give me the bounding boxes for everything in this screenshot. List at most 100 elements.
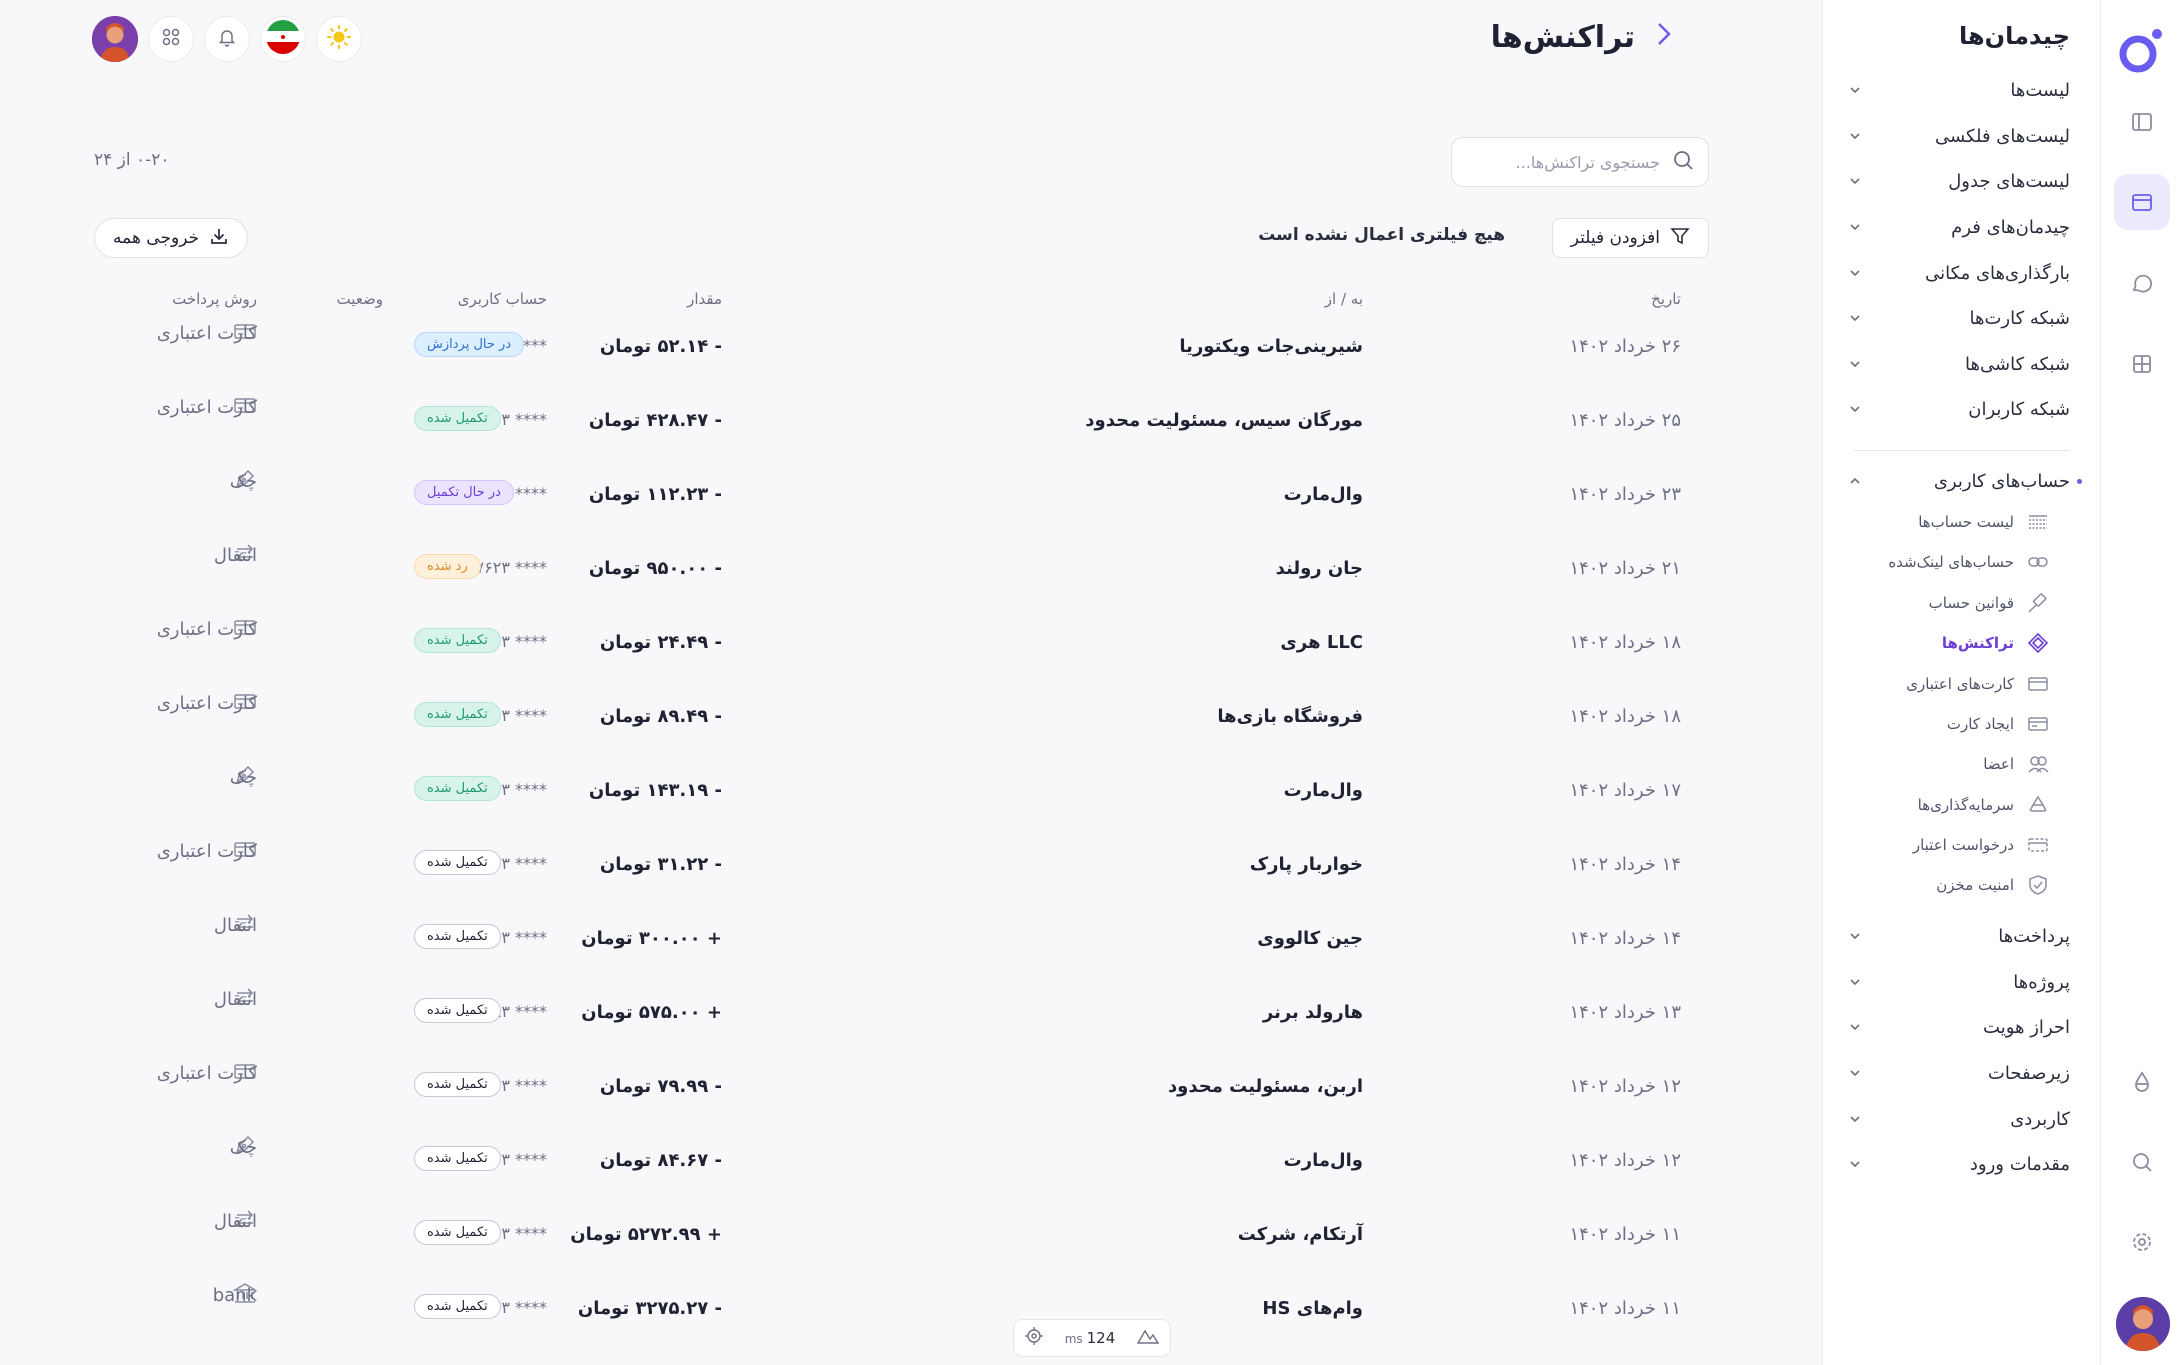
apps-button[interactable] <box>148 16 194 62</box>
crosshair-icon[interactable] <box>1024 1327 1043 1349</box>
drop-icon[interactable] <box>2114 1054 2170 1110</box>
sidebar-item-label: لیست‌های فلکسی <box>1935 125 2070 147</box>
filter-icon <box>1670 226 1690 251</box>
chevron-down-icon <box>1845 1154 1865 1174</box>
chevron-down-icon <box>1845 972 1865 992</box>
mountain-icon[interactable] <box>1136 1328 1160 1348</box>
row-amount: - ۳۱.۲۲ تومان <box>599 854 722 875</box>
row-date: ۱۲ خرداد ۱۴۰۲ <box>1569 1076 1681 1097</box>
row-method-label: انتقال <box>213 988 257 1010</box>
sidebar-item-tile-grid[interactable]: شبکه کاشی‌ها <box>1845 349 2070 379</box>
column-header-amount[interactable]: مقدار <box>687 290 722 308</box>
app-logo[interactable] <box>2114 22 2170 78</box>
apps-grid-icon <box>161 27 181 51</box>
column-header-status[interactable]: وضعیت <box>337 290 383 308</box>
add-filter-button[interactable]: افزودن فیلتر <box>1551 218 1709 258</box>
sidebar-subitem-members[interactable]: اعضا <box>1983 750 2050 778</box>
search-icon[interactable] <box>2114 1134 2170 1190</box>
sidebar-item-placeload[interactable]: بارگذاری‌های مکانی <box>1845 258 2070 288</box>
sidebar: چیدمان‌ها لیست‌ها لیست‌های فلکسی لیست‌ها… <box>1822 0 2100 1365</box>
sidebar-item-card-grid[interactable]: شبکه کارت‌ها <box>1845 303 2070 333</box>
table-row[interactable]: ۲۵ خرداد ۱۴۰۲ مورگان سیس، مسئولیت محدود - … <box>0 397 1805 470</box>
chevron-down-icon <box>1845 263 1865 283</box>
row-party: مورگان سیس، مسئولیت محدود <box>1085 410 1363 431</box>
column-header-account[interactable]: حساب کاربری <box>458 290 547 308</box>
add-filter-label: افزودن فیلتر <box>1570 228 1660 248</box>
table-row[interactable]: ۲۱ خرداد ۱۴۰۲ جان رولند - ۹۵۰.۰۰ تومان ****… <box>0 543 1805 618</box>
row-method-label: چک <box>229 470 257 492</box>
gear-icon[interactable] <box>2114 1214 2170 1270</box>
sidebar-item-utility[interactable]: کاربردی <box>1845 1104 2070 1134</box>
chevron-down-icon <box>1845 1109 1865 1129</box>
row-party: آرتکام، شرکت <box>1237 1224 1363 1245</box>
sidebar-item-lists[interactable]: لیست‌ها <box>1845 75 2070 105</box>
status-badge: تکمیل شده <box>414 998 501 1023</box>
layout-icon[interactable] <box>2114 94 2170 150</box>
sidebar-item-auth[interactable]: احراز هویت <box>1845 1012 2070 1042</box>
table-row[interactable]: ۲۳ خرداد ۱۴۰۲ وال‌مارت - ۱۱۲.۲۳ تومان **** … <box>0 469 1805 544</box>
table-row[interactable]: ۱۳ خرداد ۱۴۰۲ هارولد برنر + ۵۷۵.۰۰ تومان **… <box>0 987 1805 1062</box>
collapse-sidebar-button[interactable] <box>1653 20 1675 55</box>
iran-flag-icon <box>266 20 300 58</box>
sidebar-item-onboarding[interactable]: مقدمات ورود <box>1845 1149 2070 1179</box>
row-amount: - ۸۹.۴۹ تومان <box>599 706 722 727</box>
status-badge: تکمیل شده <box>414 924 501 949</box>
language-button[interactable] <box>260 16 306 62</box>
sidebar-item-label: زیرصفحات <box>1987 1062 2070 1084</box>
search-icon <box>1672 149 1694 175</box>
sidebar-subitem-credit-request[interactable]: درخواست اعتبار <box>1913 831 2050 859</box>
table-row[interactable]: ۱۲ خرداد ۱۴۰۲وال‌مارت- ۸۴.۶۷ تومان**** ۷… <box>0 1135 1805 1210</box>
column-header-method[interactable]: روش پرداخت <box>172 290 257 308</box>
sidebar-subitem-vault-security[interactable]: امنیت مخزن <box>1936 871 2050 899</box>
table-row[interactable]: ۱۱ خرداد ۱۴۰۲ وام‌های HS - ۳۲۷۵.۲۷ تومان **… <box>0 1282 1805 1358</box>
status-badge: در حال پردازش <box>414 332 525 357</box>
grid-icon[interactable] <box>2114 336 2170 392</box>
export-all-button[interactable]: خروجی همه <box>94 218 249 258</box>
chevron-up-icon <box>1845 471 1865 491</box>
table-row[interactable]: ۱۴ خرداد ۱۴۰۲ جین کالووی + ۳۰۰.۰۰ تومان ***… <box>0 913 1805 988</box>
table-row[interactable]: ۱۴ خرداد ۱۴۰۲ خواربار پارک - ۳۱.۲۲ تومان **… <box>0 841 1805 914</box>
table-row[interactable]: ۲۶ خرداد ۱۴۰۲ شیرینی‌جات ویکتوریا - ۵۲.۱۴ … <box>0 323 1805 396</box>
sidebar-item-form-layouts[interactable]: چیدمان‌های فرم <box>1845 212 2070 242</box>
sidebar-subitem-account-rules[interactable]: قوانین حساب <box>1929 589 2050 617</box>
sidebar-subitem-account-list[interactable]: لیست حساب‌ها <box>1918 508 2050 536</box>
table-row[interactable]: ۱۸ خرداد ۱۴۰۲ فروشگاه بازی‌ها - ۸۹.۴۹ توما… <box>0 693 1805 766</box>
sidebar-item-flex-lists[interactable]: لیست‌های فلکسی <box>1845 121 2070 151</box>
table-row[interactable]: ۱۸ خرداد ۱۴۰۲LLC هری- ۲۴.۴۹ تومان**** ۷۶… <box>0 619 1805 692</box>
row-date: ۱۷ خرداد ۱۴۰۲ <box>1569 780 1681 801</box>
sidebar-subitem-credit-cards[interactable]: کارت‌های اعتباری <box>1906 670 2050 698</box>
table-row[interactable]: ۱۲ خرداد ۱۴۰۲ اربن، مسئولیت محدود - ۷۹.۹۹ … <box>0 1063 1805 1136</box>
row-date: ۱۴ خرداد ۱۴۰۲ <box>1569 854 1681 875</box>
column-header-party[interactable]: به / از <box>1325 290 1363 308</box>
sidebar-item-projects[interactable]: پروژه‌ها <box>1845 967 2070 997</box>
user-avatar[interactable] <box>92 16 138 62</box>
theme-toggle-button[interactable] <box>316 16 362 62</box>
chat-icon[interactable] <box>2114 256 2170 312</box>
sidebar-subitem-linked-accounts[interactable]: حساب‌های لینک‌شده <box>1888 548 2050 576</box>
table-row[interactable]: ۱۱ خرداد ۱۴۰۲ آرتکام، شرکت + ۵۲۷۲.۹۹ تومان… <box>0 1209 1805 1284</box>
pagination-count: ۰-۲۰ از ۲۴ <box>94 150 170 170</box>
sidebar-subitem-transactions[interactable]: تراکنش‌ها <box>1942 629 2050 657</box>
calendar-icon[interactable] <box>2114 174 2170 230</box>
row-amount: - ۷۹.۹۹ تومان <box>599 1076 722 1097</box>
column-header-date[interactable]: تاریخ <box>1651 290 1681 308</box>
row-amount: - ۲۴.۴۹ تومان <box>599 632 722 653</box>
sidebar-item-payments[interactable]: پرداخت‌ها <box>1845 921 2070 951</box>
sidebar-item-subpages[interactable]: زیرصفحات <box>1845 1058 2070 1088</box>
sidebar-subitem-investments[interactable]: سرمایه‌گذاری‌ها <box>1918 791 2050 819</box>
notifications-button[interactable] <box>204 16 250 62</box>
active-section-dot <box>2077 479 2082 484</box>
user-avatar[interactable] <box>2116 1297 2170 1351</box>
status-badge: تکمیل شده <box>414 1220 501 1245</box>
export-all-label: خروجی همه <box>113 228 200 248</box>
transactions-icon <box>2026 631 2050 655</box>
sidebar-subitem-create-card[interactable]: ایجاد کارت <box>1947 710 2050 738</box>
sidebar-item-accounts[interactable]: حساب‌های کاربری <box>1845 466 2070 496</box>
sidebar-item-table-lists[interactable]: لیست‌های جدول <box>1845 166 2070 196</box>
search-input[interactable] <box>1470 152 1660 172</box>
list-icon <box>2026 510 2050 534</box>
sidebar-item-user-grid[interactable]: شبکه کاربران <box>1845 394 2070 424</box>
table-row[interactable]: ۱۷ خرداد ۱۴۰۲ وال‌مارت - ۱۴۳.۱۹ تومان **** … <box>0 765 1805 840</box>
shield-icon <box>2026 873 2050 897</box>
chevron-down-icon <box>1845 217 1865 237</box>
